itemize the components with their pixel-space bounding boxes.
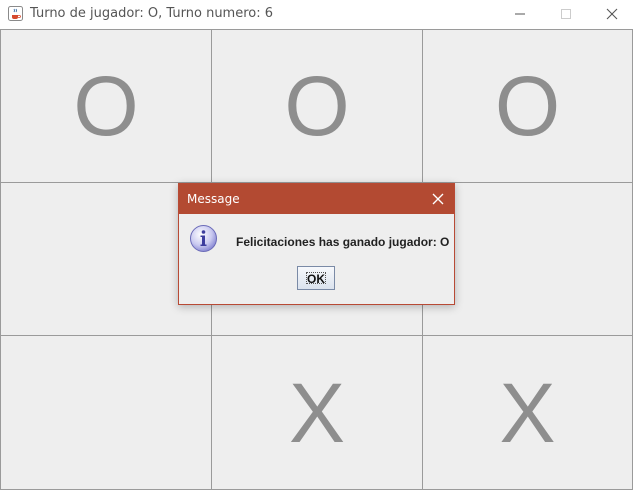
cell-mark: O — [494, 59, 561, 153]
cell-mark: O — [284, 59, 350, 153]
board-cell-2[interactable]: O — [211, 29, 423, 183]
game-window: Turno de jugador: O, Turno numero: 6 O O — [0, 0, 633, 490]
dialog-message: Felicitaciones has ganado jugador: O — [236, 235, 450, 249]
board-cell-9[interactable]: X — [422, 335, 633, 490]
close-icon — [606, 8, 618, 20]
minimize-icon — [515, 13, 525, 15]
cell-mark: X — [499, 365, 556, 460]
dialog-close-button[interactable] — [430, 191, 446, 207]
ok-button-label: OK — [307, 272, 325, 286]
message-dialog: Message Felicitaciones has ganado jugado… — [178, 183, 455, 305]
cell-mark: X — [288, 365, 346, 460]
dialog-title: Message — [187, 192, 240, 206]
maximize-button[interactable] — [543, 0, 589, 29]
window-title: Turno de jugador: O, Turno numero: 6 — [30, 6, 274, 21]
minimize-button[interactable] — [497, 0, 543, 29]
cell-mark: O — [73, 59, 139, 153]
close-icon — [432, 193, 444, 205]
board-cell-7[interactable] — [0, 335, 212, 490]
window-close-button[interactable] — [589, 0, 633, 29]
dialog-titlebar[interactable]: Message — [179, 184, 454, 214]
board-cell-8[interactable]: X — [211, 335, 423, 490]
board-cell-1[interactable]: O — [0, 29, 212, 183]
ok-button[interactable]: OK — [297, 266, 335, 290]
info-icon — [189, 224, 218, 253]
java-coffee-icon — [8, 6, 23, 21]
board-cell-3[interactable]: O — [422, 29, 633, 183]
window-titlebar[interactable]: Turno de jugador: O, Turno numero: 6 — [0, 0, 633, 29]
maximize-icon — [561, 9, 571, 19]
